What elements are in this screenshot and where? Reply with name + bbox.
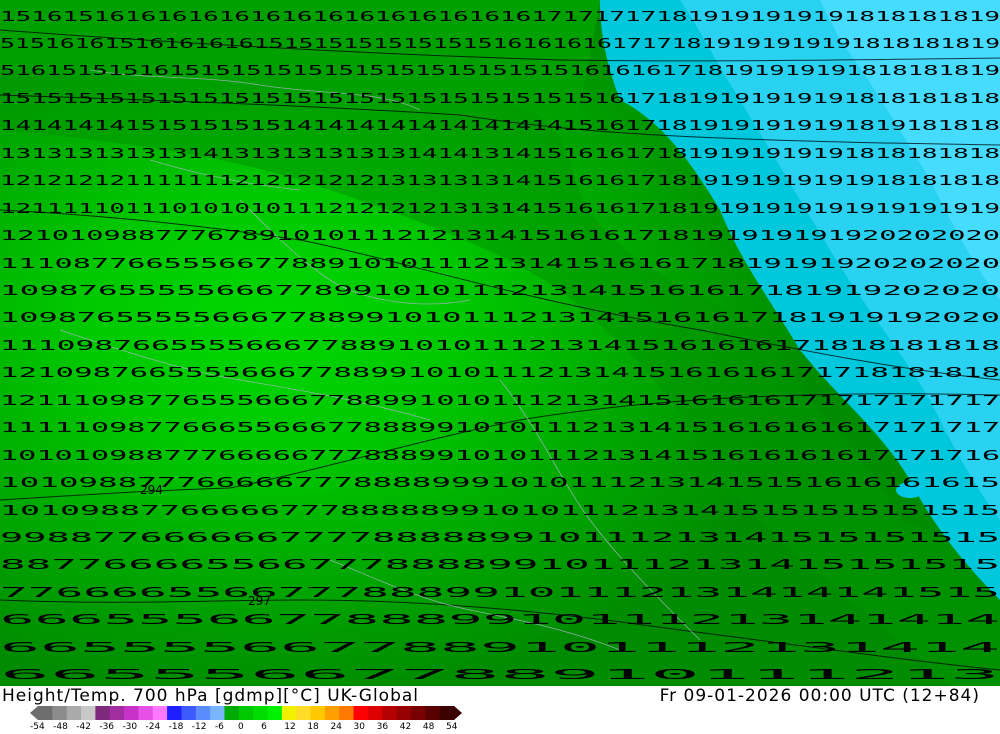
scale-swatch xyxy=(310,706,326,720)
scale-swatch xyxy=(210,706,225,720)
valid-time: Fr 09-01-2026 00:00 UTC (12+84) xyxy=(659,686,980,706)
scale-swatch xyxy=(425,706,441,720)
scale-tick-label: 18 xyxy=(307,722,319,732)
scale-swatch xyxy=(167,706,182,720)
scale-swatch xyxy=(138,706,154,720)
grid-value-row: 1098765555566677889910101112131415161617… xyxy=(0,311,1000,326)
map-title: Height/Temp. 700 hPa [gdmp][°C] UK-Globa… xyxy=(2,686,420,706)
scale-swatch xyxy=(267,706,283,720)
scale-tick-label: -30 xyxy=(122,722,138,732)
grid-value-row: 1010109887776666677788899101011121314151… xyxy=(0,449,1000,464)
scale-tick-label: -54 xyxy=(30,722,45,732)
scale-tick-label: 24 xyxy=(330,722,342,732)
scale-tick-label: 12 xyxy=(284,722,296,732)
scale-swatch xyxy=(439,706,455,720)
scale-tick-label: 6 xyxy=(261,722,267,732)
scale-swatch xyxy=(52,706,68,720)
scale-tick-label: -48 xyxy=(53,722,68,732)
scale-swatch xyxy=(109,706,125,720)
scale-swatch xyxy=(382,706,398,720)
grid-value-row: 9988776666667777888889910111213141515151… xyxy=(0,531,1000,546)
contour-label: 297 xyxy=(248,594,271,608)
scale-swatch xyxy=(396,706,412,720)
contour-label: 294 xyxy=(140,483,163,497)
grid-value-row: 5161515151615151515151515151515151515161… xyxy=(0,64,1000,79)
scale-arrow-left xyxy=(30,706,38,720)
scale-swatch xyxy=(38,706,53,720)
grid-value-row: 1210109887776789101011121213141516161718… xyxy=(0,229,1000,244)
scale-swatch xyxy=(195,706,211,720)
grid-value-row: 1010988776666677788888991010111213141515… xyxy=(0,504,1000,519)
scale-tick-label: -24 xyxy=(145,722,161,732)
grid-value-row: 1211111011101010101112121212131314151616… xyxy=(0,202,1000,217)
grid-value-row: 5151616151616161615151515151515151616161… xyxy=(0,37,1000,52)
grid-value-row: 1212121211111112121212121313131314151616… xyxy=(0,174,1000,189)
scale-tick-label: -18 xyxy=(168,722,184,732)
grid-value-row: 1515151515151515151515151515151515151516… xyxy=(0,92,1000,107)
grid-value-row: 1098765555566677899101011121314151616171… xyxy=(0,284,1000,299)
scale-swatch xyxy=(238,706,254,720)
scale-tick-label: 30 xyxy=(353,722,365,732)
grid-value-row: 1111109877666556667788899101011121314151… xyxy=(0,421,1000,436)
weather-map: 1516151616161616161616161616161616171717… xyxy=(0,0,1000,686)
scale-swatch xyxy=(181,706,197,720)
scale-swatch xyxy=(66,706,82,720)
grid-value-row: 1210987665555666778899101011121314151616… xyxy=(0,366,1000,381)
grid-value-row: 1110877665556677889101011121314151616171… xyxy=(0,257,1000,272)
grid-value-row: 1110987665555666778891010111213141516161… xyxy=(0,339,1000,354)
scale-tick-label: 54 xyxy=(446,722,458,732)
grid-value-row: 66555667788910111213 xyxy=(0,668,1000,683)
grid-value-row: 6655556677889101112131414 xyxy=(0,641,1000,656)
color-scale xyxy=(30,706,462,720)
scale-swatch xyxy=(353,706,369,720)
scale-swatch xyxy=(124,706,139,720)
scale-swatch xyxy=(324,706,340,720)
scale-swatch xyxy=(224,706,240,720)
scale-swatch xyxy=(95,706,111,720)
scale-swatch xyxy=(410,706,426,720)
scale-tick-label: -36 xyxy=(99,722,115,732)
scale-swatch xyxy=(339,706,355,720)
grid-value-row: 1313131313131413131313131314141314151616… xyxy=(0,147,1000,162)
scale-swatch xyxy=(81,706,96,720)
scale-swatch xyxy=(253,706,269,720)
grid-value-row: 1516151616161616161616161616161616171717… xyxy=(0,10,1000,25)
scale-tick-label: 48 xyxy=(422,722,435,732)
scale-swatch xyxy=(152,706,168,720)
grid-value-row: 1211109877655566677889910101112131415161… xyxy=(0,394,1000,409)
scale-tick-label: -6 xyxy=(214,722,224,732)
grid-value-row: 776666556677788899101112131414141515 xyxy=(0,586,1000,601)
scale-swatch xyxy=(296,706,312,720)
scale-tick-label: 42 xyxy=(399,722,412,732)
grid-value-row: 887766665566777888899101112131415151515 xyxy=(0,558,1000,573)
scale-tick-label: -42 xyxy=(76,722,91,732)
color-scale-ticks: -54 -48 -42 -36 -30 -24 -18 -12 -6 0 6 12 18 24 30 36 42… xyxy=(30,722,490,734)
grid-value-row: 66655566778889910111213141414 xyxy=(0,613,1000,628)
scale-swatch xyxy=(281,706,297,720)
scale-swatch xyxy=(367,706,383,720)
scale-arrow-right xyxy=(454,706,462,720)
scale-tick-label: 0 xyxy=(238,722,244,732)
map-canvas: 1516151616161616161616161616161616171717… xyxy=(0,0,1000,686)
scale-tick-label: -12 xyxy=(191,722,207,732)
grid-value-row: 1414141415151515151414141414141414141516… xyxy=(0,119,1000,134)
scale-tick-label: 36 xyxy=(376,722,389,732)
